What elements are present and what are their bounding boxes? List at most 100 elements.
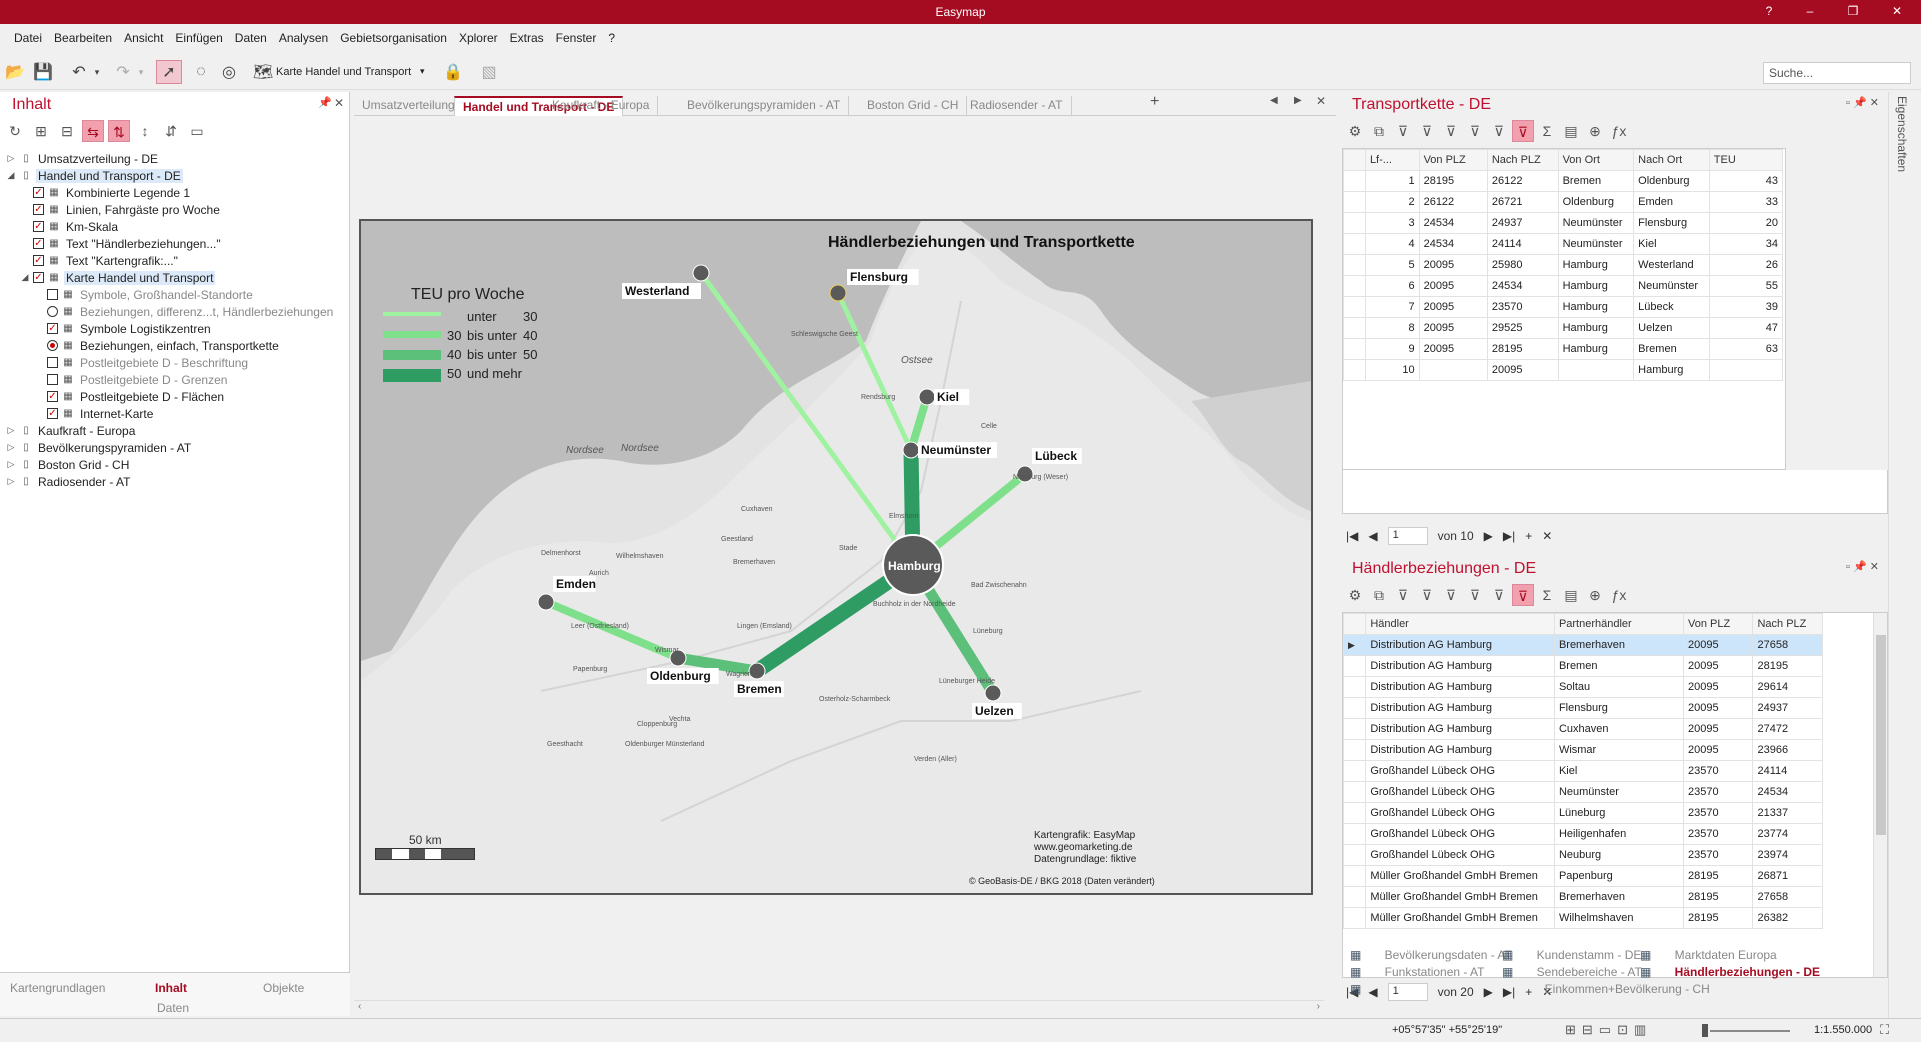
table-cell[interactable]: 24114	[1752, 760, 1823, 782]
tree-item[interactable]: ▷ ▯ Radiosender - AT	[6, 473, 133, 490]
zoom-to-icon[interactable]: ⊕	[1584, 584, 1606, 606]
tree-item[interactable]: ✓ ▦ Km-Skala	[20, 218, 120, 235]
filter-selection-icon[interactable]: ⊽	[1464, 120, 1486, 142]
table-cell[interactable]: 2	[1364, 191, 1420, 213]
map-frame[interactable]: Westerland Flensburg Kiel Neumünster Lübeck H…	[359, 219, 1313, 895]
table-cell[interactable]: 10	[1364, 359, 1420, 381]
table-cell[interactable]: 26122	[1486, 170, 1559, 192]
table-cell[interactable]: Kiel	[1553, 760, 1684, 782]
add-row-icon[interactable]: +	[1525, 529, 1532, 543]
layer-checkbox[interactable]: ✓	[47, 391, 58, 402]
table-cell[interactable]: Soltau	[1553, 676, 1684, 698]
table-row[interactable]: 9 20095 28195 Hamburg Bremen 63	[1343, 338, 1784, 360]
row-selector[interactable]	[1343, 317, 1366, 339]
table-cell[interactable]: 23966	[1752, 739, 1823, 761]
column-header[interactable]: Nach PLZ	[1752, 613, 1823, 635]
layer-checkbox[interactable]: ✓	[33, 238, 44, 249]
tree-item[interactable]: ✓ ▦ Kombinierte Legende 1	[20, 184, 192, 201]
lock-icon[interactable]: 🔒	[440, 60, 466, 84]
column-header[interactable]: Nach PLZ	[1486, 149, 1559, 171]
table-cell[interactable]: 23570	[1682, 823, 1754, 845]
table-cell[interactable]: Oldenburg	[1557, 191, 1635, 213]
table-cell[interactable]: Heiligenhafen	[1553, 823, 1684, 845]
table-cell[interactable]: Neumünster	[1557, 233, 1635, 255]
table-cell[interactable]: Bremerhaven	[1553, 886, 1684, 908]
city-node[interactable]	[692, 264, 710, 282]
column-header[interactable]: Nach Ort	[1633, 149, 1710, 171]
table-cell[interactable]: 23974	[1752, 844, 1823, 866]
restore-button[interactable]: ❐	[1843, 4, 1863, 18]
table-cell[interactable]: 20095	[1418, 338, 1488, 360]
table-row[interactable]: Großhandel Lübeck OHG Neumünster 23570 2453…	[1343, 781, 1823, 803]
table-cell[interactable]: Großhandel Lübeck OHG	[1365, 760, 1555, 782]
table-cell[interactable]: 9	[1364, 338, 1420, 360]
expand-toggle-icon[interactable]: ▷	[6, 476, 16, 487]
table-cell[interactable]: Müller Großhandel GmbH Bremen	[1365, 907, 1555, 929]
column-header[interactable]: TEU	[1708, 149, 1784, 171]
city-node[interactable]	[984, 684, 1002, 702]
tree-item[interactable]: ▦ Postleitgebiete D - Beschriftung	[34, 354, 250, 371]
table-cell[interactable]: Großhandel Lübeck OHG	[1365, 802, 1555, 824]
sort-asc-icon[interactable]: ↕	[134, 120, 156, 142]
tree-item[interactable]: ▦ Beziehungen, einfach, Transportkette	[34, 337, 281, 354]
menu-item[interactable]: Datei	[8, 28, 48, 50]
tree-item[interactable]: ▷ ▯ Boston Grid - CH	[6, 456, 131, 473]
tab-scroll-right-icon[interactable]: ▶	[1294, 95, 1302, 106]
map-overlay-icon[interactable]: ▧	[476, 60, 502, 84]
layer-radio[interactable]	[47, 306, 58, 317]
settings-icon[interactable]: ⚙	[1344, 584, 1366, 606]
tree-item[interactable]: ◢ ✓ ▦ Karte Handel und Transport	[20, 269, 216, 286]
table-cell[interactable]: 39	[1708, 296, 1784, 318]
table-cell[interactable]: 20095	[1682, 655, 1754, 677]
prev-page-icon[interactable]: ◀	[1368, 529, 1377, 543]
table-cell[interactable]: 34	[1708, 233, 1784, 255]
tree-item[interactable]: ◢ ▯ Handel und Transport - DE	[6, 167, 183, 184]
table-cell[interactable]: Distribution AG Hamburg	[1365, 697, 1555, 719]
tab-kartengrundlagen[interactable]: Kartengrundlagen	[10, 981, 105, 995]
redo-icon[interactable]: ↷	[110, 60, 136, 84]
close-tab-icon[interactable]: ✕	[1316, 94, 1326, 108]
filter-selection-icon[interactable]: ⊽	[1464, 584, 1486, 606]
formula-icon[interactable]: ƒx	[1608, 584, 1630, 606]
row-selector[interactable]	[1343, 718, 1367, 740]
table-cell[interactable]: 24534	[1418, 233, 1488, 255]
sort-desc-icon[interactable]: ⇵	[160, 120, 182, 142]
table-row[interactable]: Großhandel Lübeck OHG Heiligenhafen 23570 2…	[1343, 823, 1823, 845]
table-row[interactable]: 10 20095 Hamburg	[1343, 359, 1784, 381]
table-cell[interactable]: Lübeck	[1633, 296, 1710, 318]
tree-item[interactable]: ✓ ▦ Symbole Logistikzentren	[34, 320, 213, 337]
table-cell[interactable]: 20095	[1486, 359, 1559, 381]
table-cell[interactable]: Neumünster	[1553, 781, 1684, 803]
table-cell[interactable]: Emden	[1633, 191, 1710, 213]
table-row[interactable]: Großhandel Lübeck OHG Lüneburg 23570 21337	[1343, 802, 1823, 824]
row-selector[interactable]	[1343, 886, 1367, 908]
filter-clear-icon[interactable]: ⊽	[1416, 120, 1438, 142]
table-cell[interactable]: 24937	[1486, 212, 1559, 234]
table-cell[interactable]: 23570	[1682, 781, 1754, 803]
table-cell[interactable]: Wilhelmshaven	[1553, 907, 1684, 929]
layer-sync-icon[interactable]: ⇅	[108, 120, 130, 142]
tree-item[interactable]: ▷ ▯ Umsatzverteilung - DE	[6, 150, 160, 167]
table-cell[interactable]: 1	[1364, 170, 1420, 192]
table-cell[interactable]: 20095	[1682, 718, 1754, 740]
help-button[interactable]: ?	[1759, 4, 1779, 18]
filter-map-icon[interactable]: ⊽	[1512, 584, 1534, 606]
table-cell[interactable]: 20	[1708, 212, 1784, 234]
table-cell[interactable]: Distribution AG Hamburg	[1365, 676, 1555, 698]
add-tab-icon[interactable]: +	[1150, 93, 1159, 111]
menu-item[interactable]: Bearbeiten	[48, 28, 118, 50]
layer-checkbox[interactable]: ✓	[47, 408, 58, 419]
filter-remove-icon[interactable]: ⊽	[1440, 584, 1462, 606]
table-row[interactable]: 4 24534 24114 Neumünster Kiel 34	[1343, 233, 1784, 255]
table-cell[interactable]: Neumünster	[1557, 212, 1635, 234]
data-window-tab[interactable]: ▦ Sendebereiche - AT	[1502, 965, 1642, 979]
data-window-tab[interactable]: ▦ Marktdaten Europa	[1640, 948, 1777, 962]
menu-item[interactable]: Fenster	[550, 28, 603, 50]
table-cell[interactable]: Papenburg	[1553, 865, 1684, 887]
doc-tab[interactable]: Boston Grid - CH	[859, 96, 968, 116]
table-row[interactable]: Müller Großhandel GmbH Bremen Bremerhaven…	[1343, 886, 1823, 908]
table-cell[interactable]: Distribution AG Hamburg	[1365, 634, 1555, 656]
table-cell[interactable]: 5	[1364, 254, 1420, 276]
table-cell[interactable]: Bremen	[1553, 655, 1684, 677]
tab-daten[interactable]: Daten	[157, 1001, 189, 1015]
